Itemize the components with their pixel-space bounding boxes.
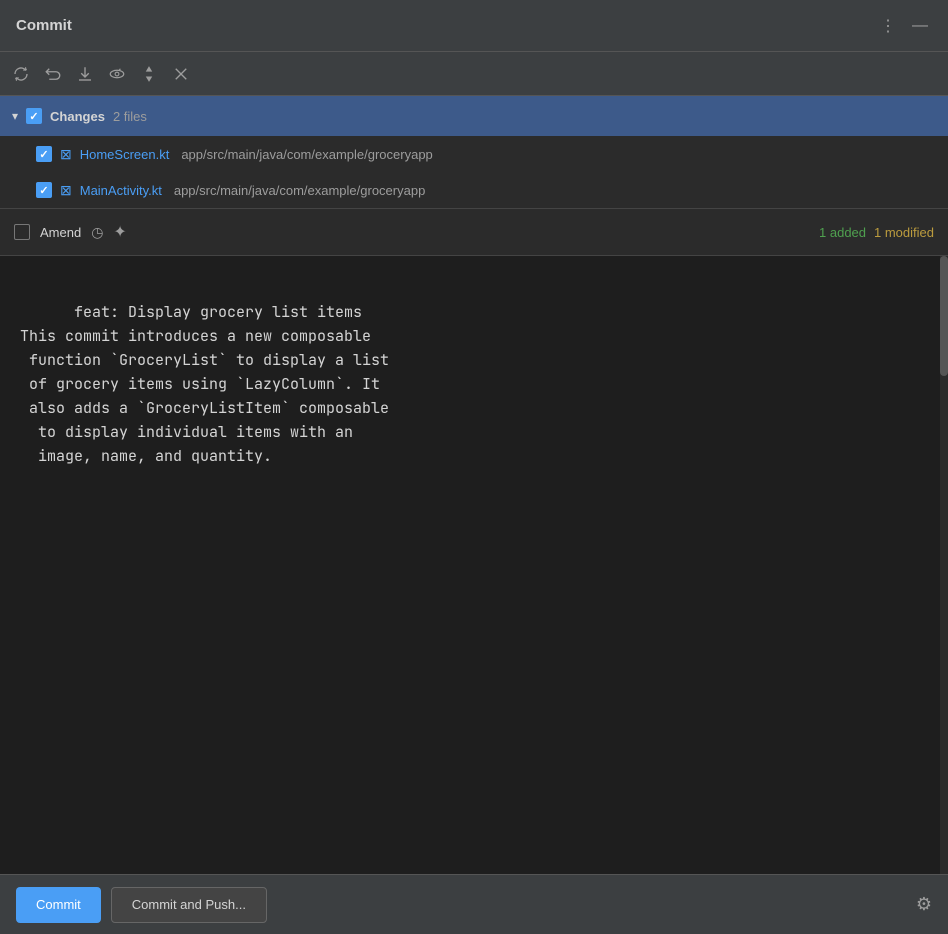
- commit-subject: feat: Display grocery list items: [74, 302, 362, 322]
- download-icon[interactable]: [76, 65, 94, 83]
- footer-right: ⚙: [916, 894, 932, 915]
- mainactivity-filepath: app/src/main/java/com/example/groceryapp: [174, 183, 425, 198]
- changes-header[interactable]: ▾ Changes 2 files: [0, 96, 948, 136]
- added-badge: 1 added: [819, 225, 866, 240]
- title-bar-left: Commit: [16, 17, 72, 34]
- close-toolbar-icon[interactable]: [172, 65, 190, 83]
- commit-button[interactable]: Commit: [16, 887, 101, 923]
- footer: Commit Commit and Push... ⚙: [0, 874, 948, 934]
- more-menu-button[interactable]: ⋮: [876, 14, 900, 38]
- changes-label: Changes: [50, 109, 105, 124]
- amend-left: Amend ◷ ✦: [14, 222, 127, 242]
- homescreen-filepath: app/src/main/java/com/example/groceryapp: [181, 147, 432, 162]
- commit-push-button[interactable]: Commit and Push...: [111, 887, 267, 923]
- homescreen-checkbox[interactable]: [36, 146, 52, 162]
- commit-window: Commit ⋮ — ▾ Changes: [0, 0, 948, 934]
- add-icon[interactable]: ✦: [113, 222, 126, 242]
- modified-file-icon-2: ⊠: [60, 182, 72, 199]
- title-bar: Commit ⋮ —: [0, 0, 948, 52]
- file-item-homescreen[interactable]: ⊠ HomeScreen.kt app/src/main/java/com/ex…: [0, 136, 948, 172]
- file-item-mainactivity[interactable]: ⊠ MainActivity.kt app/src/main/java/com/…: [0, 172, 948, 208]
- amend-checkbox[interactable]: [14, 224, 30, 240]
- changes-section: ▾ Changes 2 files ⊠ HomeScreen.kt app/sr…: [0, 96, 948, 208]
- minimize-button[interactable]: —: [908, 15, 932, 37]
- commit-message-area[interactable]: feat: Display grocery list items This co…: [0, 256, 948, 874]
- modified-badge: 1 modified: [874, 225, 934, 240]
- window-title: Commit: [16, 17, 72, 34]
- scrollbar-track: [940, 256, 948, 874]
- toolbar: [0, 52, 948, 96]
- amend-right: 1 added 1 modified: [819, 225, 934, 240]
- commit-body: This commit introduces a new composable …: [20, 326, 389, 466]
- chevron-down-icon: ▾: [12, 109, 18, 123]
- sort-icon[interactable]: [140, 65, 158, 83]
- changes-checkbox[interactable]: [26, 108, 42, 124]
- scrollbar-thumb[interactable]: [940, 256, 948, 376]
- commit-message-text: feat: Display grocery list items This co…: [20, 276, 928, 492]
- undo-icon[interactable]: [44, 65, 62, 83]
- mainactivity-checkbox[interactable]: [36, 182, 52, 198]
- settings-icon[interactable]: ⚙: [916, 894, 932, 914]
- modified-file-icon: ⊠: [60, 146, 72, 163]
- mainactivity-filename: MainActivity.kt: [80, 183, 162, 198]
- eye-icon[interactable]: [108, 65, 126, 83]
- refresh-icon[interactable]: [12, 65, 30, 83]
- files-count: 2 files: [113, 109, 147, 124]
- title-bar-right: ⋮ —: [876, 14, 932, 38]
- amend-row: Amend ◷ ✦ 1 added 1 modified: [0, 208, 948, 256]
- homescreen-filename: HomeScreen.kt: [80, 147, 170, 162]
- history-icon[interactable]: ◷: [91, 224, 103, 241]
- amend-label: Amend: [40, 225, 81, 240]
